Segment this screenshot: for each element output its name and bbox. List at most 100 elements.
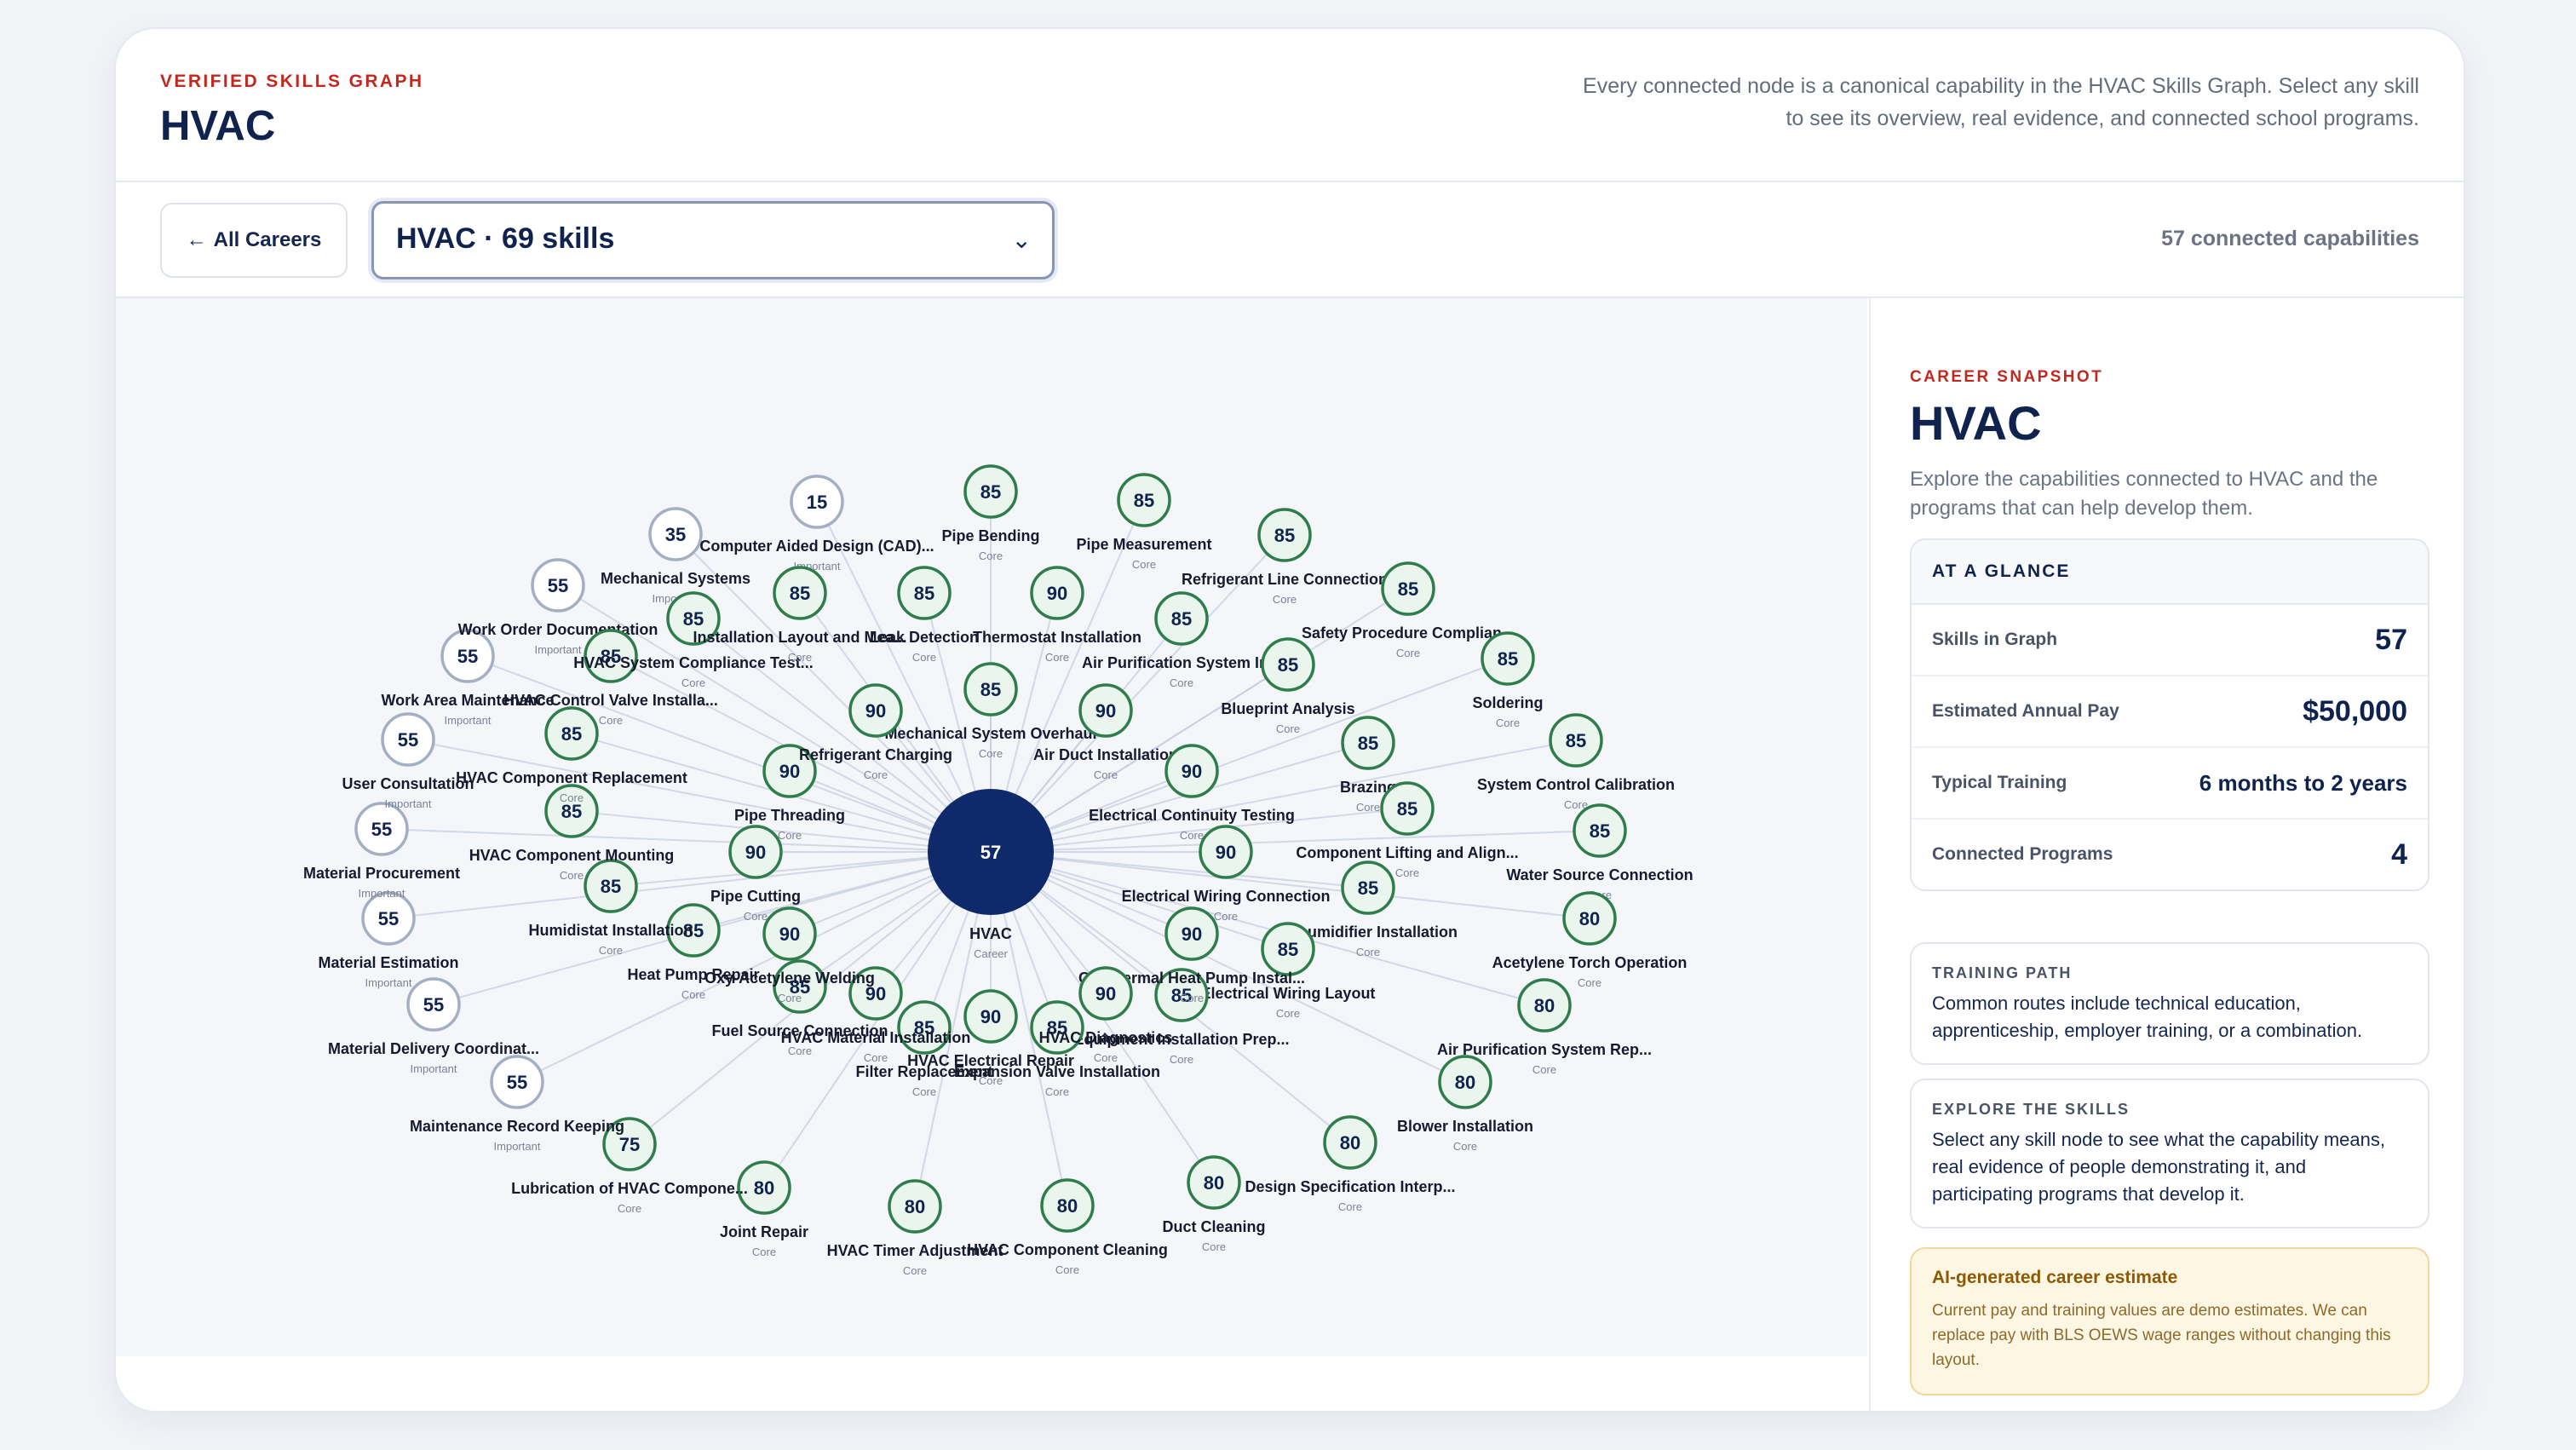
center-node-label: HVAC (969, 925, 1012, 942)
skill-node[interactable]: 85 Refrigerant Line Connection Core (1182, 508, 1388, 606)
skill-node[interactable]: 85Water Source ConnectionCore (1506, 803, 1693, 901)
skill-node-score: 15 (807, 492, 827, 513)
skill-node-label: Maintenance Record Keeping (410, 1118, 624, 1135)
skill-node-score: 35 (665, 524, 686, 545)
skill-node[interactable]: 85 Leak Detection Core (870, 566, 979, 664)
skill-node-label: Pipe Cutting (710, 888, 801, 905)
skill-node-label: Computer Aided Design (CAD)... (699, 538, 934, 555)
skill-node-label: Electrical Wiring Connection (1122, 888, 1331, 905)
skill-node[interactable]: 80 HVAC Timer Adjustment Core (827, 1179, 1003, 1277)
career-center-node[interactable]: 57 HVAC Career (928, 789, 1054, 960)
training-path-heading: TRAINING PATH (1932, 964, 2073, 981)
skill-node-score: 80 (1340, 1132, 1360, 1154)
skill-node-tag: Core (1395, 866, 1419, 879)
skill-node[interactable]: 80HVAC Component CleaningCore (967, 1178, 1168, 1276)
skill-node-score: 90 (1216, 842, 1236, 863)
skill-node-tag: Core (864, 1051, 888, 1064)
skill-node-label: Duct Cleaning (1162, 1218, 1265, 1235)
skill-node-label: HVAC Electrical Repair (907, 1052, 1074, 1069)
skill-node-tag: Core (778, 829, 802, 842)
skill-node-score: 90 (1182, 761, 1202, 782)
glance-value: 57 (2375, 623, 2407, 656)
graph-edge (990, 851, 1590, 919)
skill-node-score: 55 (507, 1072, 527, 1093)
skill-node-score: 85 (1278, 939, 1298, 960)
skill-node-tag: Core (1356, 946, 1380, 958)
header-description: Every connected node is a canonical capa… (1583, 74, 2419, 130)
skill-node-label: Pipe Bending (941, 527, 1039, 544)
skill-node-score: 80 (754, 1177, 774, 1199)
skill-node[interactable]: 35Mechanical SystemsImportant (601, 507, 750, 605)
skill-node-label: Oxy-Acetylene Welding (704, 970, 875, 987)
skill-node-tag: Core (979, 747, 1003, 760)
explore-skills-text: Select any skill node to see what the ca… (1932, 1129, 2385, 1205)
skill-node-tag: Core (681, 676, 705, 689)
skill-node[interactable]: 85 Pipe Measurement Core (1076, 473, 1212, 571)
skill-node-score: 80 (1204, 1172, 1224, 1194)
glance-value: 4 (2391, 837, 2407, 871)
skill-node-tag: Core (599, 944, 623, 957)
glance-heading: AT A GLANCE (1912, 540, 2428, 605)
skill-node-score: 85 (1498, 648, 1518, 670)
skill-node-label: HVAC Component Replacement (456, 769, 687, 786)
skill-node-score: 85 (1398, 578, 1418, 600)
skill-node-score: 55 (378, 908, 399, 929)
ai-estimate-title: AI-generated career estimate (1932, 1268, 2178, 1287)
all-careers-button[interactable]: ← All Careers (160, 203, 348, 278)
skill-node-label: Humidistat Installation (528, 922, 693, 939)
skill-node[interactable]: 85 Component Lifting and Align... Core (1296, 781, 1519, 879)
skill-node-tag: Core (1496, 716, 1520, 729)
skill-node[interactable]: 80 Blower Installation Core (1397, 1055, 1533, 1153)
skill-node-score: 85 (1134, 490, 1154, 511)
center-node-sublabel: Career (974, 947, 1008, 960)
skill-node[interactable]: 90 Thermostat Installation Core (973, 566, 1141, 664)
career-select[interactable]: HVAC · 69 skills ⌄ (371, 201, 1055, 279)
skill-node-tag: Core (912, 1085, 936, 1098)
glance-label: Typical Training (1932, 773, 2067, 792)
skill-node[interactable]: 15Computer Aided Design (CAD)...Importan… (699, 475, 934, 573)
skill-node[interactable]: 55 Material Estimation Important (318, 891, 459, 989)
skill-node-tag: Important (359, 887, 405, 900)
ai-estimate-text: Current pay and training values are demo… (1932, 1302, 2391, 1369)
skill-node-label: Component Lifting and Align... (1296, 844, 1518, 861)
skill-node[interactable]: 55 User Consultation Important (342, 712, 474, 810)
glance-row-training: Typical Training 6 months to 2 years (1912, 748, 2428, 820)
glance-value: $50,000 (2303, 694, 2407, 728)
skill-node-score: 85 (1566, 730, 1586, 751)
skill-node-score: 85 (1274, 525, 1295, 546)
skill-node[interactable]: 80 Joint Repair Core (720, 1160, 808, 1258)
skill-node[interactable]: 80 Acetylene Torch Operation Core (1492, 891, 1688, 989)
skill-node-score: 85 (980, 481, 1001, 503)
skill-node-tag: Core (1532, 1063, 1556, 1076)
skill-node[interactable]: 85 Humidistat Installation Core (528, 859, 693, 957)
skill-node-tag: Core (903, 1264, 927, 1277)
skill-node-label: HVAC Diagnostics (1039, 1029, 1173, 1046)
glance-value: 6 months to 2 years (2199, 769, 2407, 796)
skill-node[interactable]: 85Heat Pump RepairCore (627, 903, 760, 1001)
skill-node-score: 80 (1057, 1195, 1078, 1217)
skill-node[interactable]: 80 Duct Cleaning Core (1162, 1155, 1266, 1253)
explore-skills-card: EXPLORE THE SKILLS Select any skill node… (1910, 1079, 2429, 1228)
arrow-left-icon: ← (186, 228, 207, 251)
skill-node-score: 85 (683, 608, 704, 630)
glance-label: Skills in Graph (1932, 630, 2058, 649)
skill-node-tag: Important (385, 797, 432, 810)
skill-node-label: Acetylene Torch Operation (1492, 954, 1688, 971)
skill-node-tag: Core (788, 1044, 812, 1057)
skill-node-label: Refrigerant Line Connection (1182, 571, 1388, 588)
skill-node-tag: Core (979, 1074, 1003, 1087)
skill-node-label: Electrical Continuity Testing (1089, 807, 1295, 824)
skill-node[interactable]: 85 Soldering Core (1472, 631, 1544, 729)
skill-node-label: Material Estimation (318, 954, 458, 971)
skill-node-tag: Core (1578, 976, 1601, 989)
skill-node-score: 85 (914, 583, 934, 604)
skill-node-tag: Core (1045, 651, 1069, 664)
skill-node[interactable]: 55 Material Procurement Important (303, 802, 460, 900)
skill-node-score: 85 (1171, 608, 1192, 630)
ai-estimate-notice: AI-generated career estimate Current pay… (1910, 1247, 2429, 1395)
skill-node-tag: Core (1273, 593, 1297, 606)
skill-node-score: 85 (790, 583, 810, 604)
skill-node-score: 90 (1047, 583, 1067, 604)
skill-node[interactable]: 85 Blueprint Analysis Core (1221, 637, 1355, 735)
skill-node-tag: Core (744, 910, 768, 923)
